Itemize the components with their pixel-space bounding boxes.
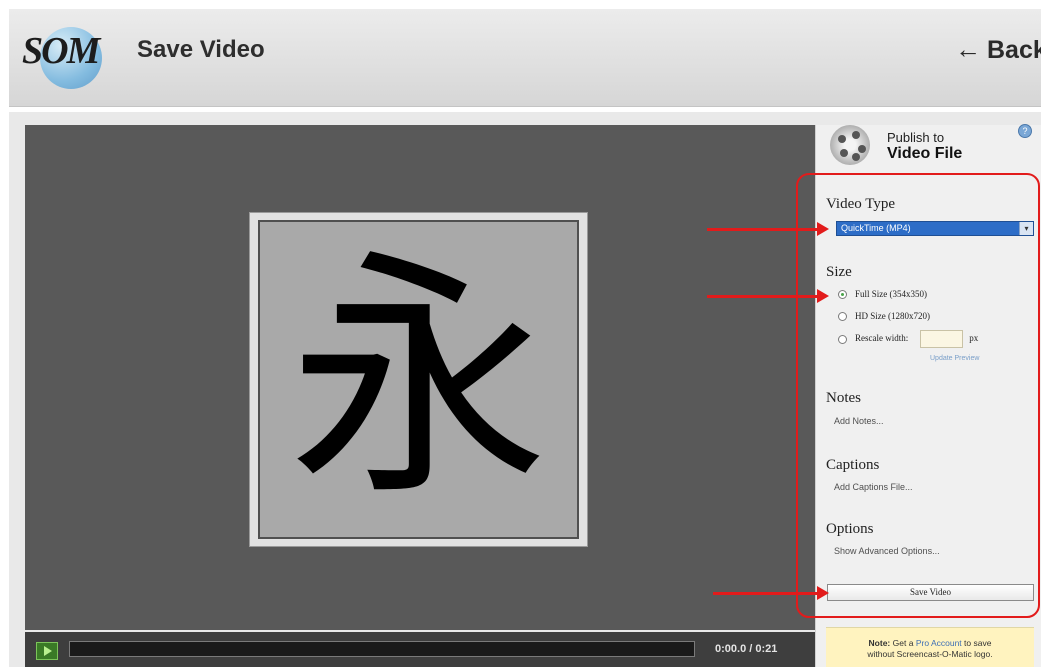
player-controls: 0:00.0 / 0:21 [25,632,815,667]
publish-to-label: Publish to [887,130,945,145]
video-file-label: Video File [887,145,963,162]
help-icon[interactable]: ? [1018,124,1032,138]
note-text-after: to save [964,638,992,648]
back-button[interactable]: ← Back [955,34,1041,65]
video-frame: 永 [249,212,588,547]
som-logo: SOM [22,25,118,89]
annotation-arrow-icon [707,289,829,303]
annotation-arrow-icon [707,222,829,236]
film-reel-icon [830,125,870,165]
video-frame-inner: 永 [258,220,579,539]
pro-account-link[interactable]: Pro Account [916,638,962,648]
annotation-arrow-icon [713,586,829,600]
time-display: 0:00.0 / 0:21 [715,643,778,655]
note-text-before: Get a [892,638,914,648]
back-arrow-icon: ← [955,34,981,64]
chinese-character-glyph: 永 [288,228,549,531]
note-label: Note: [868,638,891,648]
note-line2: without Screencast-O-Matic logo. [867,649,993,659]
seek-bar[interactable] [69,641,695,657]
logo-text: SOM [22,30,100,72]
highlight-box [796,173,1040,618]
play-button[interactable] [36,642,58,660]
back-label: Back [987,36,1041,64]
page-title: Save Video [137,36,265,63]
pro-account-note: Note: Get a Pro Account to save without … [826,627,1034,667]
